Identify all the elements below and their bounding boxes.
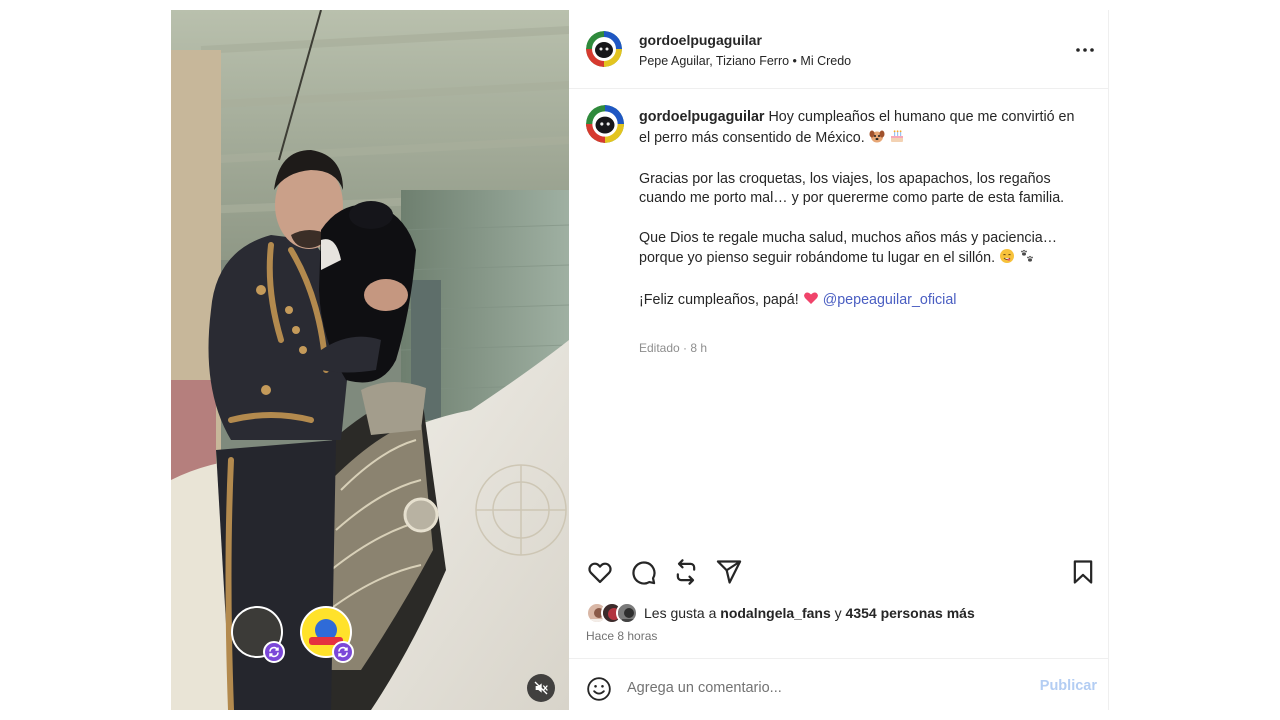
comment-bubble-icon [632, 561, 656, 585]
remix-badge-icon [263, 641, 285, 663]
comment-input[interactable] [627, 675, 1007, 701]
repost-icon [676, 559, 696, 585]
likes-conjunction: y [834, 605, 842, 621]
mention-link[interactable]: @pepeaguilar_oficial [823, 292, 957, 308]
header-username[interactable]: gordoelpugaguilar [639, 32, 762, 48]
avatar[interactable] [586, 105, 624, 143]
post-actions-bar [569, 558, 1109, 588]
likes-text: Les gusta a nodalngela_fans y 4354 perso… [644, 605, 975, 621]
dog-face-emoji-icon [869, 128, 885, 151]
post-header: gordoelpugaguilar Pepe Aguilar, Tiziano … [569, 10, 1109, 89]
speaker-muted-icon [534, 681, 548, 695]
likes-count-link[interactable]: 4354 personas más [846, 605, 975, 621]
remix-badge-icon [332, 641, 354, 663]
bookmark-icon [1073, 560, 1093, 584]
post-details-panel: gordoelpugaguilar Pepe Aguilar, Tiziano … [569, 10, 1109, 710]
save-button[interactable] [1069, 558, 1097, 586]
caption-closing: ¡Feliz cumpleaños, papá! [639, 292, 799, 309]
post-time-ago[interactable]: Hace 8 horas [586, 629, 657, 643]
avatar[interactable] [586, 31, 622, 67]
more-options-button[interactable] [1073, 38, 1097, 62]
liker-username-link[interactable]: nodalngela_fans [720, 605, 830, 621]
share-button[interactable] [715, 558, 743, 586]
send-icon [716, 560, 742, 584]
birthday-cake-emoji-icon [889, 128, 905, 151]
likes-prefix: Les gusta a [644, 605, 717, 621]
caption-username[interactable]: gordoelpugaguilar [639, 109, 765, 125]
caption-paragraph: Que Dios te regale mucha salud, muchos a… [639, 229, 1057, 267]
video-frame-image [171, 10, 569, 710]
emoji-picker-button[interactable] [586, 676, 612, 702]
liker-avatars[interactable] [586, 602, 644, 624]
audio-attribution[interactable]: Pepe Aguilar, Tiziano Ferro • Mi Credo [639, 54, 851, 68]
paw-prints-emoji-icon [1019, 248, 1035, 271]
repost-button[interactable] [672, 558, 700, 586]
like-button[interactable] [586, 558, 614, 586]
mute-button[interactable] [527, 674, 555, 702]
post-caption: gordoelpugaguilar Hoy cumpleaños el huma… [639, 108, 1079, 333]
caption-paragraph: Gracias por las croquetas, los viajes, l… [639, 170, 1065, 207]
caption-section: gordoelpugaguilar Hoy cumpleaños el huma… [569, 90, 1109, 550]
face-savoring-emoji-icon [999, 248, 1015, 271]
likes-summary: Les gusta a nodalngela_fans y 4354 perso… [586, 602, 1086, 624]
comment-form: Publicar [569, 658, 1109, 710]
instagram-post: gordoelpugaguilar Pepe Aguilar, Tiziano … [171, 10, 1109, 710]
publish-button[interactable]: Publicar [1040, 678, 1097, 694]
pink-heart-emoji-icon [803, 290, 819, 313]
avatar [616, 602, 638, 624]
more-horizontal-icon [1076, 48, 1094, 52]
emoji-smile-icon [587, 677, 611, 701]
post-video[interactable] [171, 10, 569, 710]
heart-icon [588, 562, 612, 584]
comment-button[interactable] [629, 558, 657, 586]
edited-timestamp: Editado · 8 h [639, 341, 708, 355]
